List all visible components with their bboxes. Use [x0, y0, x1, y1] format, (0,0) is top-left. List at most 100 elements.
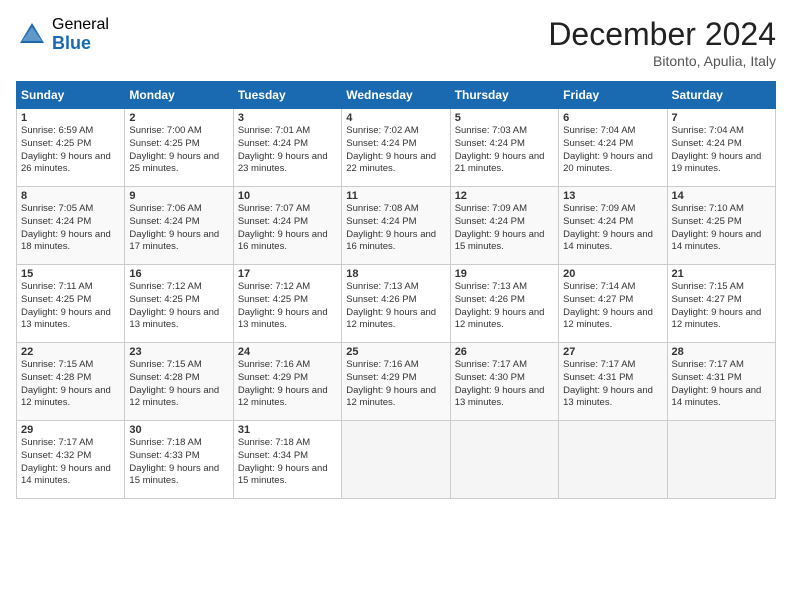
cell-info: Sunrise: 7:04 AMSunset: 4:24 PMDaylight:…	[563, 125, 653, 174]
col-saturday: Saturday	[667, 82, 775, 109]
calendar-cell: 11Sunrise: 7:08 AMSunset: 4:24 PMDayligh…	[342, 187, 450, 265]
calendar-cell	[667, 421, 775, 499]
page-container: General Blue December 2024 Bitonto, Apul…	[0, 0, 792, 507]
logo-blue: Blue	[52, 34, 109, 54]
cell-info: Sunrise: 7:15 AMSunset: 4:28 PMDaylight:…	[21, 359, 111, 408]
cell-info: Sunrise: 7:10 AMSunset: 4:25 PMDaylight:…	[672, 203, 762, 252]
cell-info: Sunrise: 7:17 AMSunset: 4:30 PMDaylight:…	[455, 359, 545, 408]
cell-info: Sunrise: 7:07 AMSunset: 4:24 PMDaylight:…	[238, 203, 328, 252]
calendar-cell: 13Sunrise: 7:09 AMSunset: 4:24 PMDayligh…	[559, 187, 667, 265]
day-number: 29	[21, 424, 120, 436]
cell-info: Sunrise: 7:05 AMSunset: 4:24 PMDaylight:…	[21, 203, 111, 252]
day-number: 1	[21, 112, 120, 124]
cell-info: Sunrise: 7:15 AMSunset: 4:28 PMDaylight:…	[129, 359, 219, 408]
cell-info: Sunrise: 7:08 AMSunset: 4:24 PMDaylight:…	[346, 203, 436, 252]
calendar-cell: 3Sunrise: 7:01 AMSunset: 4:24 PMDaylight…	[233, 109, 341, 187]
calendar-week-row: 29Sunrise: 7:17 AMSunset: 4:32 PMDayligh…	[17, 421, 776, 499]
calendar-cell: 23Sunrise: 7:15 AMSunset: 4:28 PMDayligh…	[125, 343, 233, 421]
day-number: 12	[455, 190, 554, 202]
col-tuesday: Tuesday	[233, 82, 341, 109]
day-number: 19	[455, 268, 554, 280]
cell-info: Sunrise: 7:18 AMSunset: 4:33 PMDaylight:…	[129, 437, 219, 486]
day-number: 23	[129, 346, 228, 358]
col-friday: Friday	[559, 82, 667, 109]
calendar-cell: 26Sunrise: 7:17 AMSunset: 4:30 PMDayligh…	[450, 343, 558, 421]
calendar-cell	[450, 421, 558, 499]
calendar-week-row: 1Sunrise: 6:59 AMSunset: 4:25 PMDaylight…	[17, 109, 776, 187]
calendar-cell: 30Sunrise: 7:18 AMSunset: 4:33 PMDayligh…	[125, 421, 233, 499]
cell-info: Sunrise: 7:12 AMSunset: 4:25 PMDaylight:…	[238, 281, 328, 330]
calendar-cell: 31Sunrise: 7:18 AMSunset: 4:34 PMDayligh…	[233, 421, 341, 499]
calendar-cell: 29Sunrise: 7:17 AMSunset: 4:32 PMDayligh…	[17, 421, 125, 499]
day-number: 14	[672, 190, 771, 202]
calendar-cell: 5Sunrise: 7:03 AMSunset: 4:24 PMDaylight…	[450, 109, 558, 187]
calendar-cell: 12Sunrise: 7:09 AMSunset: 4:24 PMDayligh…	[450, 187, 558, 265]
calendar-cell: 22Sunrise: 7:15 AMSunset: 4:28 PMDayligh…	[17, 343, 125, 421]
cell-info: Sunrise: 7:17 AMSunset: 4:31 PMDaylight:…	[563, 359, 653, 408]
day-number: 6	[563, 112, 662, 124]
calendar-cell: 21Sunrise: 7:15 AMSunset: 4:27 PMDayligh…	[667, 265, 775, 343]
calendar-cell: 18Sunrise: 7:13 AMSunset: 4:26 PMDayligh…	[342, 265, 450, 343]
cell-info: Sunrise: 7:17 AMSunset: 4:32 PMDaylight:…	[21, 437, 111, 486]
calendar-cell: 27Sunrise: 7:17 AMSunset: 4:31 PMDayligh…	[559, 343, 667, 421]
day-number: 5	[455, 112, 554, 124]
logo-text: General Blue	[52, 16, 109, 53]
calendar-cell: 28Sunrise: 7:17 AMSunset: 4:31 PMDayligh…	[667, 343, 775, 421]
cell-info: Sunrise: 7:17 AMSunset: 4:31 PMDaylight:…	[672, 359, 762, 408]
day-number: 18	[346, 268, 445, 280]
calendar-cell: 15Sunrise: 7:11 AMSunset: 4:25 PMDayligh…	[17, 265, 125, 343]
day-number: 26	[455, 346, 554, 358]
day-number: 2	[129, 112, 228, 124]
cell-info: Sunrise: 7:03 AMSunset: 4:24 PMDaylight:…	[455, 125, 545, 174]
cell-info: Sunrise: 7:09 AMSunset: 4:24 PMDaylight:…	[563, 203, 653, 252]
day-number: 13	[563, 190, 662, 202]
day-number: 7	[672, 112, 771, 124]
cell-info: Sunrise: 7:12 AMSunset: 4:25 PMDaylight:…	[129, 281, 219, 330]
col-wednesday: Wednesday	[342, 82, 450, 109]
calendar-cell: 7Sunrise: 7:04 AMSunset: 4:24 PMDaylight…	[667, 109, 775, 187]
calendar-cell	[559, 421, 667, 499]
title-block: December 2024 Bitonto, Apulia, Italy	[548, 16, 776, 69]
cell-info: Sunrise: 7:13 AMSunset: 4:26 PMDaylight:…	[455, 281, 545, 330]
day-number: 11	[346, 190, 445, 202]
day-number: 10	[238, 190, 337, 202]
day-number: 4	[346, 112, 445, 124]
calendar-cell: 17Sunrise: 7:12 AMSunset: 4:25 PMDayligh…	[233, 265, 341, 343]
day-number: 27	[563, 346, 662, 358]
calendar-cell: 8Sunrise: 7:05 AMSunset: 4:24 PMDaylight…	[17, 187, 125, 265]
col-monday: Monday	[125, 82, 233, 109]
day-number: 24	[238, 346, 337, 358]
calendar-week-row: 8Sunrise: 7:05 AMSunset: 4:24 PMDaylight…	[17, 187, 776, 265]
calendar-cell: 19Sunrise: 7:13 AMSunset: 4:26 PMDayligh…	[450, 265, 558, 343]
logo: General Blue	[16, 16, 109, 53]
day-number: 30	[129, 424, 228, 436]
day-number: 16	[129, 268, 228, 280]
cell-info: Sunrise: 7:00 AMSunset: 4:25 PMDaylight:…	[129, 125, 219, 174]
calendar-cell: 6Sunrise: 7:04 AMSunset: 4:24 PMDaylight…	[559, 109, 667, 187]
day-number: 3	[238, 112, 337, 124]
cell-info: Sunrise: 7:02 AMSunset: 4:24 PMDaylight:…	[346, 125, 436, 174]
header-row: Sunday Monday Tuesday Wednesday Thursday…	[17, 82, 776, 109]
month-title: December 2024	[548, 16, 776, 53]
cell-info: Sunrise: 7:09 AMSunset: 4:24 PMDaylight:…	[455, 203, 545, 252]
cell-info: Sunrise: 7:14 AMSunset: 4:27 PMDaylight:…	[563, 281, 653, 330]
calendar-cell: 2Sunrise: 7:00 AMSunset: 4:25 PMDaylight…	[125, 109, 233, 187]
day-number: 20	[563, 268, 662, 280]
calendar-cell: 24Sunrise: 7:16 AMSunset: 4:29 PMDayligh…	[233, 343, 341, 421]
cell-info: Sunrise: 7:18 AMSunset: 4:34 PMDaylight:…	[238, 437, 328, 486]
col-sunday: Sunday	[17, 82, 125, 109]
day-number: 9	[129, 190, 228, 202]
calendar-table: Sunday Monday Tuesday Wednesday Thursday…	[16, 81, 776, 499]
day-number: 28	[672, 346, 771, 358]
day-number: 21	[672, 268, 771, 280]
cell-info: Sunrise: 7:16 AMSunset: 4:29 PMDaylight:…	[346, 359, 436, 408]
calendar-cell: 10Sunrise: 7:07 AMSunset: 4:24 PMDayligh…	[233, 187, 341, 265]
calendar-cell: 14Sunrise: 7:10 AMSunset: 4:25 PMDayligh…	[667, 187, 775, 265]
cell-info: Sunrise: 7:06 AMSunset: 4:24 PMDaylight:…	[129, 203, 219, 252]
calendar-cell: 1Sunrise: 6:59 AMSunset: 4:25 PMDaylight…	[17, 109, 125, 187]
day-number: 17	[238, 268, 337, 280]
logo-icon	[16, 19, 48, 51]
cell-info: Sunrise: 7:04 AMSunset: 4:24 PMDaylight:…	[672, 125, 762, 174]
calendar-week-row: 15Sunrise: 7:11 AMSunset: 4:25 PMDayligh…	[17, 265, 776, 343]
page-header: General Blue December 2024 Bitonto, Apul…	[16, 16, 776, 69]
